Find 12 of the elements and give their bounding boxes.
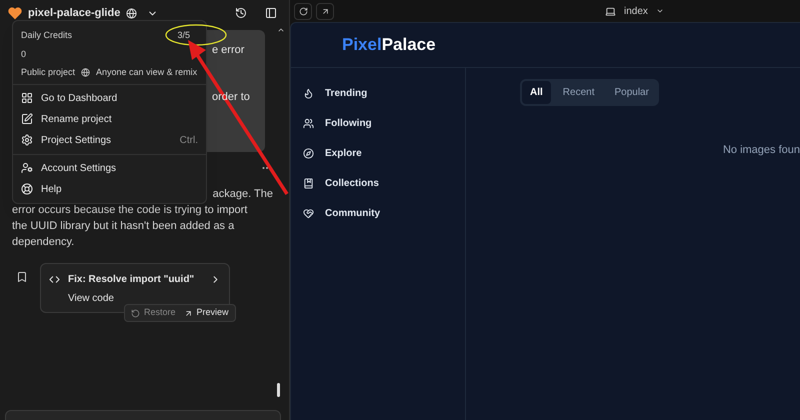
message-text: error occurs because the code is trying to import the UUID library but it hasn't been added as a dependency. [12,203,248,250]
message-text: e error [212,43,246,58]
shortcut-text: Ctrl. [180,134,198,148]
message-text: ackage. The [212,187,273,202]
visibility-note: Anyone can view & remix [96,66,198,79]
empty-message: No images foun [722,143,800,158]
credits-value: 3/5 [177,29,190,42]
credits-extra: 0 [21,48,28,60]
credits-label: Daily Credits [21,29,72,42]
fix-title: Fix: Resolve import "uuid" [68,273,196,287]
brand-logo: PixelPalace [342,34,436,56]
visibility-label: Public project [21,66,76,79]
